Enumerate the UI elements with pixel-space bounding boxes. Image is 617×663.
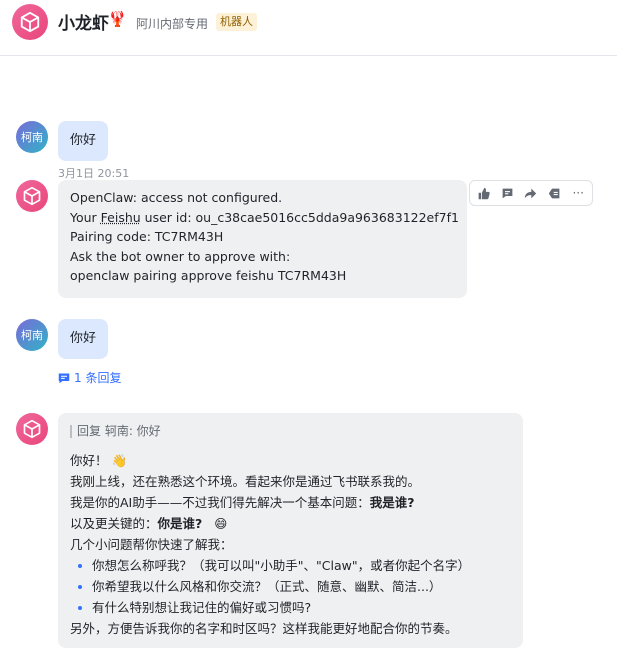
bot-badge: 机器人: [216, 13, 257, 31]
thread-icon: [58, 373, 70, 383]
wave-emoji-icon: 👋: [111, 453, 128, 468]
bold-text: 我是谁?: [369, 495, 415, 510]
bold-text: 你是谁?: [157, 516, 203, 531]
message-line: 以及更关键的：你是谁? 😄: [70, 513, 511, 534]
message-actions-toolbar: ···: [469, 180, 593, 206]
comment-icon[interactable]: [497, 183, 517, 203]
list-item: 你希望我以什么风格和你交流？（正式、随意、幽默、简洁...）: [70, 576, 511, 597]
cube-icon: [23, 419, 41, 439]
message-line: 我刚上线，还在熟悉这个环境。看起来你是通过飞书联系我的。: [70, 474, 421, 489]
message-line: 另外，方便告诉我你的名字和时区吗？这样我能更好地配合你的节奏。: [70, 621, 458, 636]
bullet-icon: [78, 605, 82, 610]
list-item: 你想怎么称呼我？（我可以叫"小助手"、"Claw"，或者你起个名字）: [70, 555, 511, 576]
list-item-text: 有什么特别想让我记住的偏好或习惯吗?: [92, 600, 312, 615]
user-message-bubble: 你好: [58, 319, 109, 359]
bot-avatar[interactable]: [16, 180, 48, 212]
thread-reply-link[interactable]: 1 条回复: [58, 369, 121, 386]
message-line: openclaw pairing approve feishu TC7RM43H: [70, 268, 347, 283]
message-line: 你好！ 👋: [70, 450, 511, 471]
thumbs-up-icon[interactable]: [474, 183, 494, 203]
more-icon[interactable]: ···: [568, 183, 588, 203]
message-text: 以及更关键的：: [70, 516, 158, 531]
feishu-link[interactable]: Feishu: [101, 210, 141, 225]
lobster-icon: 🦞: [108, 10, 127, 28]
message-line: Pairing code: TC7RM43H: [70, 229, 224, 244]
reply-count: 1 条回复: [74, 371, 122, 385]
cube-icon: [20, 11, 40, 33]
list-item: 有什么特别想让我记住的偏好或习惯吗?: [70, 597, 511, 618]
list-item-text: 你希望我以什么风格和你交流？（正式、随意、幽默、简洁...）: [92, 579, 442, 594]
greeting-text: 你好！: [70, 453, 108, 468]
bot-avatar[interactable]: [12, 4, 48, 40]
user-avatar[interactable]: 柯南: [16, 319, 48, 351]
reply-icon[interactable]: [545, 183, 565, 203]
chat-header: 小龙虾 🦞 阿川内部专用 机器人: [0, 0, 617, 56]
message-timestamp: 3月1日 20:51: [58, 167, 130, 180]
bot-message-bubble: 回复 轲南: 你好 你好！ 👋 我刚上线，还在熟悉这个环境。看起来你是通过飞书联…: [58, 413, 523, 648]
message-line: 我是你的AI助手——不过我们得先解决一个基本问题：我是谁?: [70, 492, 511, 513]
bot-message-bubble: OpenClaw: access not configured. Your Fe…: [58, 180, 467, 298]
user-message-bubble: 你好: [58, 121, 109, 161]
message-line: Your Feishu user id: ou_c38cae5016cc5dda…: [70, 208, 459, 228]
userid-prefix: Your: [70, 209, 101, 225]
list-item-text: 你想怎么称呼我？（我可以叫"小助手"、"Claw"，或者你起个名字）: [92, 558, 471, 573]
message-text: 我是你的AI助手——不过我们得先解决一个基本问题：: [70, 495, 370, 510]
message-line: 几个小问题帮你快速了解我：: [70, 537, 233, 552]
grin-emoji-icon: 😄: [214, 516, 228, 531]
message-line: Ask the bot owner to approve with:: [70, 248, 291, 264]
quoted-reply[interactable]: 回复 轲南: 你好: [70, 425, 511, 438]
bot-avatar[interactable]: [16, 413, 48, 445]
user-avatar[interactable]: 柯南: [16, 121, 48, 153]
chat-title: 小龙虾: [58, 14, 109, 34]
chat-subtitle: 阿川内部专用: [136, 17, 209, 31]
message-line: OpenClaw: access not configured.: [70, 190, 283, 205]
bullet-icon: [78, 584, 82, 589]
forward-icon[interactable]: [521, 183, 541, 203]
cube-icon: [23, 186, 41, 206]
bullet-icon: [78, 563, 82, 568]
userid-value: user id: ou_c38cae5016cc5dda9a963683122e…: [140, 209, 459, 225]
